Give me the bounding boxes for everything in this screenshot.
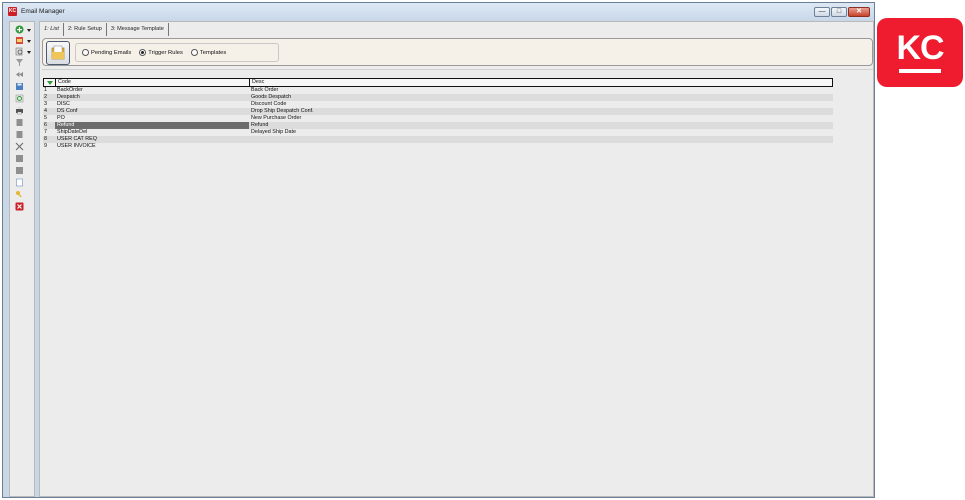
row-number: 6	[44, 122, 47, 128]
table-row[interactable]: 3 DISC Discount Code	[43, 101, 833, 108]
box-icon[interactable]	[15, 166, 24, 175]
add-icon[interactable]	[15, 25, 24, 34]
kc-brand-logo: KC	[877, 18, 963, 87]
view-mode-radio-group: Pending Emails Trigger Rules Templates	[75, 43, 279, 62]
brand-logo-text: KC	[896, 29, 944, 67]
divider	[42, 69, 873, 70]
search-dropdown-caret-icon[interactable]	[27, 51, 31, 54]
radio-templates[interactable]: Templates	[190, 49, 227, 56]
page-icon[interactable]	[15, 130, 24, 139]
cell-desc[interactable]	[249, 143, 833, 150]
brand-underline	[899, 69, 941, 73]
radio-indicator	[190, 49, 198, 56]
cell-code[interactable]: DISC	[55, 101, 249, 108]
filter-panel: Pending Emails Trigger Rules Templates	[42, 38, 873, 66]
cell-desc[interactable]: Back Order	[249, 87, 833, 94]
window-controls: — □ ✕	[814, 7, 870, 17]
tab-strip: 1: List 2: Rule Setup 3: Message Templat…	[40, 22, 169, 36]
table-row[interactable]: 8 USER CAT REQ	[43, 136, 833, 143]
radio-label: Pending Emails	[91, 49, 132, 56]
email-action-button[interactable]	[46, 41, 70, 65]
minimize-icon: —	[818, 8, 826, 15]
cell-code[interactable]: Refund	[55, 122, 249, 129]
rewind-icon[interactable]	[15, 70, 24, 79]
table-row[interactable]: 9 USER INVOICE	[43, 143, 833, 150]
row-number: 1	[44, 87, 47, 93]
triangle-down-icon	[47, 81, 53, 85]
table-row-selected[interactable]: 6 Refund Refund	[43, 122, 833, 129]
radio-indicator	[82, 49, 89, 56]
cell-code[interactable]: USER INVOICE	[55, 143, 249, 150]
column-header-code[interactable]: Code	[56, 79, 250, 86]
row-number: 3	[44, 101, 47, 107]
add-dropdown-caret-icon[interactable]	[27, 29, 31, 32]
radio-trigger-rules[interactable]: Trigger Rules	[139, 49, 183, 56]
row-number: 2	[44, 94, 47, 100]
cell-desc[interactable]: New Purchase Order	[249, 115, 833, 122]
cell-code[interactable]: BackOrder	[55, 87, 249, 94]
tab-message-template[interactable]: 3: Message Template	[107, 23, 169, 36]
left-toolbar	[9, 21, 35, 497]
email-folder-icon	[51, 45, 65, 60]
grid-body: 1 BackOrder Back Order 2 Despatch Goods …	[43, 87, 833, 150]
key-icon[interactable]	[15, 190, 24, 199]
table-row[interactable]: 4 DS Conf Drop Ship Despatch Conf.	[43, 108, 833, 115]
table-row[interactable]: 5 PO New Purchase Order	[43, 115, 833, 122]
title-bar[interactable]: KC Email Manager — □ ✕	[3, 3, 874, 20]
cell-desc[interactable]: Discount Code	[249, 101, 833, 108]
cut-icon[interactable]	[15, 142, 24, 151]
app-icon: KC	[8, 7, 17, 16]
window-title: Email Manager	[21, 8, 65, 15]
maximize-button[interactable]: □	[831, 7, 847, 17]
cell-desc[interactable]: Drop Ship Despatch Conf.	[249, 108, 833, 115]
grid-menu-button[interactable]	[44, 79, 56, 86]
minimize-button[interactable]: —	[814, 7, 830, 17]
cell-code[interactable]: ShipDateDel	[55, 129, 249, 136]
row-number: 7	[44, 129, 47, 135]
refresh-icon[interactable]	[15, 94, 24, 103]
cell-code[interactable]: USER CAT REQ	[55, 136, 249, 143]
box-icon[interactable]	[15, 154, 24, 163]
trigger-rules-grid: Code Desc 1 BackOrder Back Order 2 Despa…	[43, 78, 833, 150]
cell-desc[interactable]	[249, 136, 833, 143]
email-manager-window: KC Email Manager — □ ✕ 1: List 2: Rule S…	[2, 2, 875, 498]
cell-desc[interactable]: Goods Despatch	[249, 94, 833, 101]
cell-desc[interactable]: Refund	[249, 122, 833, 129]
row-number: 5	[44, 115, 47, 121]
radio-label: Trigger Rules	[148, 49, 183, 56]
cell-desc[interactable]: Delayed Ship Date	[249, 129, 833, 136]
document-icon[interactable]	[15, 178, 24, 187]
tab-rule-setup[interactable]: 2: Rule Setup	[64, 23, 107, 36]
table-row[interactable]: 1 BackOrder Back Order	[43, 87, 833, 94]
table-row[interactable]: 7 ShipDateDel Delayed Ship Date	[43, 129, 833, 136]
cell-code[interactable]: PO	[55, 115, 249, 122]
cell-code[interactable]: Despatch	[55, 94, 249, 101]
tab-list[interactable]: 1: List	[40, 23, 64, 36]
row-number: 8	[44, 136, 47, 142]
table-row[interactable]: 2 Despatch Goods Despatch	[43, 94, 833, 101]
row-number: 4	[44, 108, 47, 114]
page-icon[interactable]	[15, 118, 24, 127]
exit-icon[interactable]	[15, 202, 24, 211]
main-panel: 1: List 2: Rule Setup 3: Message Templat…	[39, 21, 874, 497]
filter-icon[interactable]	[15, 58, 24, 67]
print-preview-icon[interactable]	[15, 36, 24, 45]
row-number: 9	[44, 143, 47, 149]
radio-pending-emails[interactable]: Pending Emails	[82, 49, 131, 56]
close-icon: ✕	[856, 8, 862, 15]
search-icon[interactable]	[15, 47, 24, 56]
cell-code[interactable]: DS Conf	[55, 108, 249, 115]
print-dropdown-caret-icon[interactable]	[27, 40, 31, 43]
close-button[interactable]: ✕	[848, 7, 870, 17]
grid-header: Code Desc	[43, 78, 833, 87]
maximize-icon: □	[836, 8, 842, 15]
save-icon[interactable]	[15, 82, 24, 91]
printer-icon[interactable]	[15, 106, 24, 115]
radio-indicator-selected	[139, 49, 147, 56]
radio-label: Templates	[199, 49, 227, 56]
column-header-desc[interactable]: Desc	[250, 79, 832, 86]
